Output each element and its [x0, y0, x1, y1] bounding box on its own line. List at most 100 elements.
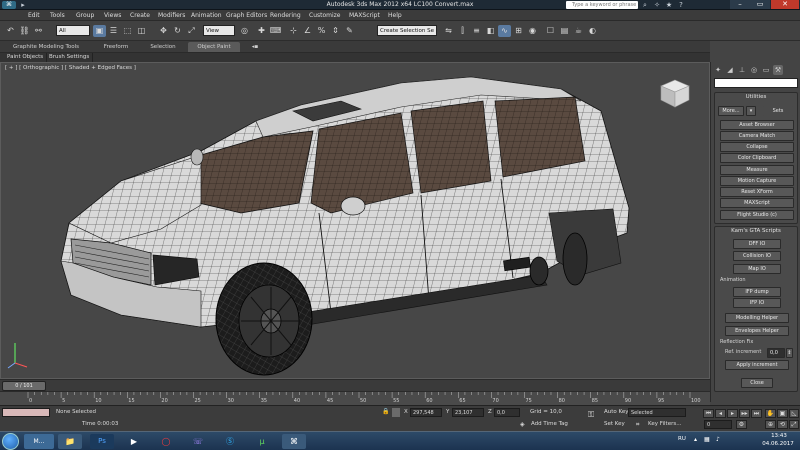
x-coord-field[interactable]: 297,548: [410, 408, 442, 417]
collision-io-button[interactable]: Collision IO: [733, 251, 781, 261]
absolute-mode-icon[interactable]: [392, 408, 400, 417]
measure-button[interactable]: Measure: [720, 165, 794, 175]
maxscript-listener-field[interactable]: [2, 408, 50, 417]
language-indicator[interactable]: RU: [678, 436, 686, 442]
mirror-icon[interactable]: ⇋: [442, 25, 455, 37]
create-tab-icon[interactable]: ✦: [713, 65, 723, 75]
scale-icon[interactable]: ⤢: [185, 25, 198, 37]
reset-xform-button[interactable]: Reset XForm: [720, 187, 794, 197]
graphite-toggle-icon[interactable]: ◧: [484, 25, 497, 37]
link-icon[interactable]: ⛓: [18, 25, 31, 37]
opera-icon[interactable]: ◯: [154, 434, 178, 449]
tab-freeform[interactable]: Freeform: [96, 42, 136, 52]
menu-modifiers[interactable]: Modifiers: [158, 10, 185, 21]
reference-coordinate-dropdown[interactable]: View: [203, 25, 235, 36]
ifp-io-button[interactable]: IFP IO: [733, 298, 781, 308]
display-tab-icon[interactable]: ▭: [761, 65, 771, 75]
key-filters-button[interactable]: Key Filters...: [648, 420, 681, 429]
schematic-view-icon[interactable]: ⊞: [512, 25, 525, 37]
edit-named-selection-icon[interactable]: ✎: [343, 25, 356, 37]
zoom-extents-icon[interactable]: ▣: [777, 409, 788, 418]
render-setup-icon[interactable]: ☐: [544, 25, 557, 37]
add-time-tag-button[interactable]: Add Time Tag: [531, 420, 568, 429]
maxscript-button[interactable]: MAXScript: [720, 198, 794, 208]
color-clipboard-button[interactable]: Color Clipboard: [720, 153, 794, 163]
network-icon[interactable]: ▦: [704, 436, 710, 443]
collapse-button[interactable]: Collapse: [720, 142, 794, 152]
help-icon[interactable]: ?: [676, 1, 686, 9]
motion-capture-button[interactable]: Motion Capture: [720, 176, 794, 186]
explorer-icon[interactable]: 📁: [58, 434, 82, 449]
photoshop-icon[interactable]: Ps: [90, 434, 114, 449]
favorites-star-icon[interactable]: ★: [664, 1, 674, 9]
undo-icon[interactable]: ↶: [4, 25, 17, 37]
auto-key-button[interactable]: Auto Key: [604, 408, 629, 417]
lock-selection-icon[interactable]: 🔒: [382, 408, 389, 415]
menu-tools[interactable]: Tools: [50, 10, 65, 21]
move-icon[interactable]: ✥: [157, 25, 170, 37]
key-filter-icon[interactable]: ⌗: [636, 420, 639, 429]
start-button-icon[interactable]: [2, 433, 19, 450]
apply-increment-button[interactable]: Apply increment: [725, 360, 789, 370]
menu-create[interactable]: Create: [130, 10, 150, 21]
close-rollout-button[interactable]: Close: [741, 378, 773, 388]
select-manipulate-icon[interactable]: ✚: [255, 25, 268, 37]
ribbon-options-icon[interactable]: ◂▪: [248, 42, 262, 52]
field-of-view-icon[interactable]: ◺: [789, 409, 799, 418]
clock-date[interactable]: 04.06.2017: [758, 441, 798, 447]
menu-rendering[interactable]: Rendering: [270, 10, 301, 21]
window-crossing-icon[interactable]: ◫: [135, 25, 148, 37]
hierarchy-tab-icon[interactable]: ⊥: [737, 65, 747, 75]
spinner-snap-icon[interactable]: ⇕: [329, 25, 342, 37]
camera-match-button[interactable]: Camera Match: [720, 131, 794, 141]
rectangle-selection-icon[interactable]: ⬚: [121, 25, 134, 37]
taskbar-active-window[interactable]: M...: [24, 434, 54, 449]
spinner-arrows-icon[interactable]: ⇕: [786, 348, 793, 358]
time-slider-knob[interactable]: 0 / 101: [2, 381, 46, 391]
menu-customize[interactable]: Customize: [309, 10, 341, 21]
named-selection-dropdown[interactable]: Create Selection Se: [377, 25, 437, 36]
next-frame-icon[interactable]: ▸▸: [739, 409, 750, 418]
tab-object-paint[interactable]: Object Paint: [188, 42, 240, 52]
communication-center-icon[interactable]: ✧: [652, 1, 662, 9]
keyboard-shortcut-icon[interactable]: ⌨: [269, 25, 282, 37]
gta-scripts-rollout-title[interactable]: Kam's GTA Scripts: [715, 228, 797, 234]
media-player-icon[interactable]: ▶: [122, 434, 146, 449]
tray-expand-icon[interactable]: ▴: [694, 436, 697, 443]
clock-time[interactable]: 13:43: [762, 433, 796, 439]
map-io-button[interactable]: Map IO: [733, 264, 781, 274]
skype-icon[interactable]: Ⓢ: [218, 434, 242, 449]
key-icon[interactable]: ⚿: [588, 410, 594, 420]
viewport-orthographic[interactable]: [ + ] [ Orthographic ] [ Shaded + Edged …: [0, 62, 710, 379]
minimize-button[interactable]: –: [730, 0, 750, 9]
y-coord-field[interactable]: 23,107: [452, 408, 484, 417]
render-iterative-icon[interactable]: ◐: [586, 25, 599, 37]
curve-editor-icon[interactable]: ∿: [498, 25, 511, 37]
percent-snap-icon[interactable]: %: [315, 25, 328, 37]
menu-edit[interactable]: Edit: [28, 10, 40, 21]
utilities-rollout-title[interactable]: Utilities: [715, 94, 797, 100]
asset-browser-button[interactable]: Asset Browser: [720, 120, 794, 130]
zoom-icon[interactable]: ⊕: [765, 420, 776, 429]
command-panel-field[interactable]: [714, 78, 798, 88]
pivot-center-icon[interactable]: ◎: [238, 25, 251, 37]
set-key-button[interactable]: Set Key: [604, 420, 625, 429]
select-by-name-icon[interactable]: ☰: [107, 25, 120, 37]
help-search-input[interactable]: Type a keyword or phrase: [566, 1, 638, 9]
selection-filter-dropdown[interactable]: All: [56, 25, 90, 36]
select-object-icon[interactable]: ▣: [93, 25, 106, 37]
viber-icon[interactable]: ☏: [186, 434, 210, 449]
more-utilities-button[interactable]: More...: [718, 106, 744, 116]
rotate-icon[interactable]: ↻: [171, 25, 184, 37]
dff-io-button[interactable]: DFF IO: [733, 239, 781, 249]
render-production-icon[interactable]: ☕: [572, 25, 585, 37]
utorrent-icon[interactable]: µ: [250, 434, 274, 449]
search-icon[interactable]: ⌕: [640, 1, 650, 9]
ref-increment-spinner[interactable]: 0,0: [767, 348, 785, 358]
modelling-helper-button[interactable]: Modelling Helper: [725, 313, 789, 323]
menu-animation[interactable]: Animation: [191, 10, 222, 21]
unlink-icon[interactable]: ⚯: [32, 25, 45, 37]
go-to-end-icon[interactable]: ⏭: [751, 409, 762, 418]
maximize-viewport-icon[interactable]: ⤢: [789, 420, 799, 429]
angle-snap-icon[interactable]: ∠: [301, 25, 314, 37]
